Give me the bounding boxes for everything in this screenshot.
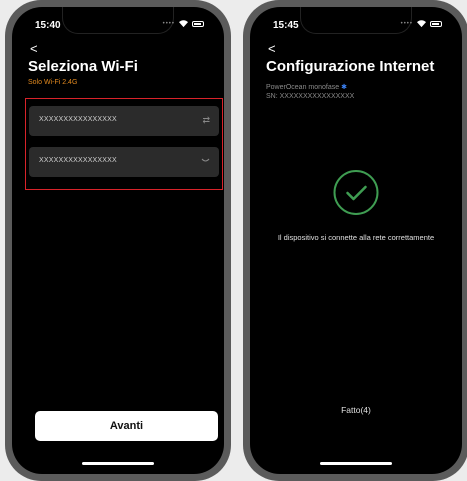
wifi-select-screen: 15:40 •••• < Seleziona Wi-Fi Solo Wi-Fi …: [12, 7, 224, 474]
back-button[interactable]: <: [268, 42, 276, 55]
done-button[interactable]: Fatto(4): [250, 405, 462, 415]
eye-closed-icon[interactable]: [201, 156, 210, 167]
page-title: Configurazione Internet: [266, 58, 435, 75]
bluetooth-icon: ✱: [341, 84, 347, 91]
status-bar-icons: ••••: [401, 19, 442, 28]
phone-frame-right: 15:45 •••• < Configurazione Internet Pow…: [243, 0, 467, 481]
status-time: 15:45: [273, 20, 299, 31]
signal-dots-icon: ••••: [400, 20, 413, 27]
connection-message: Il dispositivo si connette alla rete cor…: [277, 233, 435, 242]
back-button[interactable]: <: [30, 42, 38, 55]
notch: [300, 7, 412, 34]
wifi-icon: [178, 19, 189, 28]
status-bar-icons: ••••: [163, 19, 204, 28]
home-indicator[interactable]: [320, 462, 392, 465]
password-field[interactable]: XXXXXXXXXXXXXXXX: [29, 147, 219, 177]
ssid-field[interactable]: XXXXXXXXXXXXXXXX ⇄: [29, 106, 219, 136]
battery-icon: [192, 20, 204, 27]
notch: [62, 7, 174, 34]
wifi-icon: [416, 19, 427, 28]
swap-icon[interactable]: ⇄: [202, 115, 210, 126]
success-check-icon: [333, 170, 379, 215]
phone-frame-left: 15:40 •••• < Seleziona Wi-Fi Solo Wi-Fi …: [5, 0, 231, 481]
serial-number: SN: XXXXXXXXXXXXXXXX: [266, 93, 355, 100]
page-title: Seleziona Wi-Fi: [28, 58, 138, 75]
next-button[interactable]: Avanti: [35, 411, 218, 441]
battery-icon: [430, 20, 442, 27]
internet-config-screen: 15:45 •••• < Configurazione Internet Pow…: [250, 7, 462, 474]
password-value: XXXXXXXXXXXXXXXX: [39, 157, 117, 164]
device-name: PowerOcean monofase: [266, 84, 340, 91]
signal-dots-icon: ••••: [162, 20, 175, 27]
ssid-value: XXXXXXXXXXXXXXXX: [39, 116, 117, 123]
status-time: 15:40: [35, 20, 61, 31]
device-name-row: PowerOcean monofase ✱: [266, 83, 347, 91]
home-indicator[interactable]: [82, 462, 154, 465]
band-note: Solo Wi-Fi 2.4G: [28, 79, 78, 86]
